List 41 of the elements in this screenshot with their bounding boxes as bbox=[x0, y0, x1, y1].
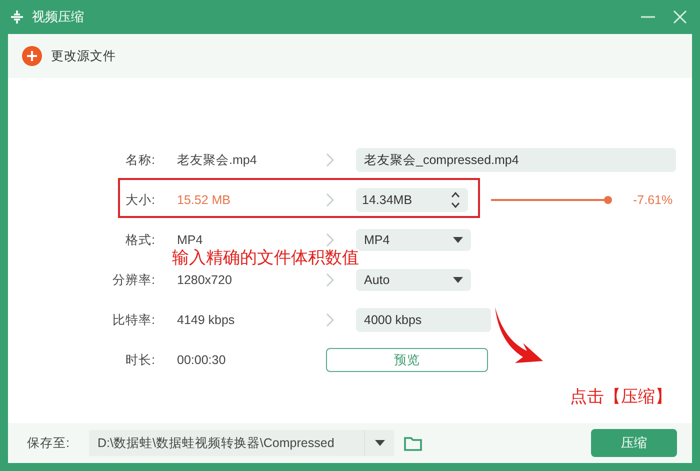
source-value: MP4 bbox=[177, 233, 203, 247]
change-source-button[interactable]: 更改源文件 bbox=[22, 46, 116, 66]
caret-down-icon bbox=[453, 237, 463, 243]
save-path-dropdown[interactable]: D:\数据蛙\数据蛙视频转换器\Compressed bbox=[89, 430, 394, 456]
window-title: 视频压缩 bbox=[32, 8, 84, 26]
size-slider[interactable] bbox=[491, 196, 611, 204]
source-value: 15.52 MB bbox=[177, 193, 231, 207]
source-value: 4149 kbps bbox=[177, 313, 235, 327]
minimize-icon[interactable] bbox=[641, 16, 655, 18]
dropdown[interactable]: Auto bbox=[356, 269, 471, 291]
compress-icon bbox=[10, 10, 24, 24]
add-icon bbox=[22, 46, 42, 66]
output-name-field[interactable]: 老友聚会_compressed.mp4 bbox=[356, 148, 676, 172]
dropdown[interactable]: MP4 bbox=[356, 229, 471, 251]
annotation-text: 输入精确的文件体积数值 bbox=[172, 249, 359, 267]
source-value: 1280x720 bbox=[177, 273, 232, 287]
field-label: 比特率: bbox=[112, 312, 155, 329]
field-label: 名称: bbox=[126, 152, 155, 169]
annotation-text: 点击【压缩】 bbox=[570, 386, 672, 408]
close-icon[interactable] bbox=[673, 10, 687, 24]
save-to-label: 保存至: bbox=[27, 434, 70, 452]
arrow-drawing bbox=[493, 305, 545, 365]
chevron-right-icon bbox=[326, 233, 334, 247]
preview-button[interactable]: 预览 bbox=[326, 348, 488, 372]
chevron-right-icon bbox=[326, 193, 334, 207]
field-label: 大小: bbox=[126, 192, 155, 209]
bitrate-field[interactable]: 4000 kbps bbox=[356, 308, 491, 332]
field-label: 分辨率: bbox=[112, 272, 155, 289]
folder-icon[interactable] bbox=[404, 436, 422, 450]
field-label: 时长: bbox=[126, 352, 155, 369]
caret-down-icon bbox=[453, 277, 463, 283]
chevron-right-icon bbox=[326, 153, 334, 167]
field-label: 格式: bbox=[126, 232, 155, 249]
caret-down-icon bbox=[374, 440, 385, 446]
chevron-right-icon bbox=[326, 273, 334, 287]
size-spin-field[interactable]: 14.34MB bbox=[356, 188, 468, 212]
chevron-right-icon bbox=[326, 313, 334, 327]
source-value: 00:00:30 bbox=[177, 353, 226, 367]
spinner-arrows-icon[interactable] bbox=[451, 191, 460, 209]
source-value: 老友聚会.mp4 bbox=[177, 153, 257, 167]
size-change-percent: -7.61% bbox=[633, 192, 673, 209]
